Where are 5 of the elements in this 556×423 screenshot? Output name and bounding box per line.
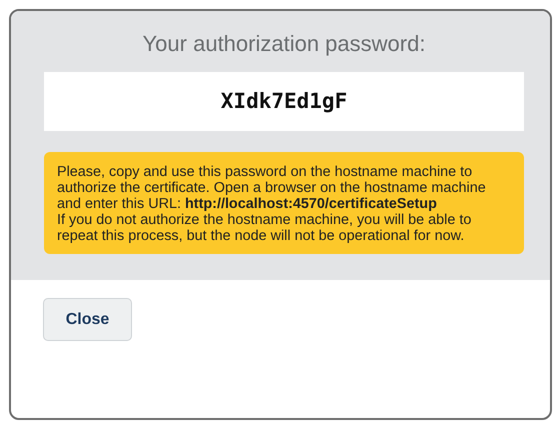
notice-text: If you do not authorize the hostname machine, you will be able to repeat this process, but the node will not be operational for now.	[57, 212, 472, 244]
password-display: XIdk7Ed1gF	[44, 72, 524, 131]
dialog-title: Your authorization password:	[142, 30, 426, 58]
notice-text: Please, copy and use this password on the hostname machine to authorize the certificate. Open a browser on the hostname machine and enter this URL: http://localhost:4570/certificateSetup	[57, 164, 487, 212]
close-button[interactable]: Close	[43, 298, 132, 341]
